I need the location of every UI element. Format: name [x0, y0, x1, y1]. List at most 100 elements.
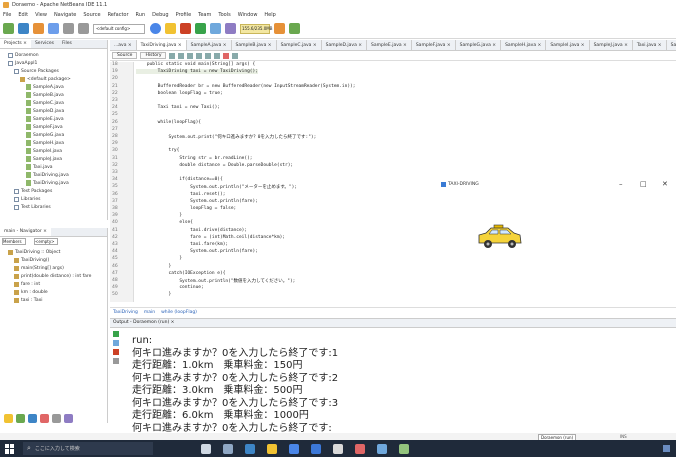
code-line[interactable]: System.out.println("メーターを止めます。");	[136, 184, 297, 190]
save-all-icon[interactable]	[48, 23, 59, 34]
project-tree-item[interactable]: <default package>	[2, 75, 105, 83]
code-line[interactable]: public static void main(String[] args) {	[136, 62, 255, 67]
code-line[interactable]: String str = br.readLine();	[136, 156, 252, 161]
netbeans-icon[interactable]	[333, 443, 343, 454]
code-line[interactable]: taxi.fare(km);	[136, 242, 228, 247]
project-tree-item[interactable]: SampleB.java	[2, 91, 105, 99]
code-line[interactable]: System.out.println("数値を入力してください。");	[136, 278, 295, 284]
forward-icon[interactable]	[178, 52, 185, 59]
tab-files[interactable]: Files	[58, 40, 76, 48]
project-tree-item[interactable]: TaxiDriving.java	[2, 171, 105, 179]
project-tree-item[interactable]: Libraries	[2, 195, 105, 203]
notification-icon[interactable]	[663, 445, 670, 452]
navigator-item[interactable]: fare : int	[2, 280, 105, 288]
project-tree-item[interactable]: Taxi.java	[2, 163, 105, 171]
editor-tab[interactable]: Taxi.java ×	[633, 40, 667, 50]
code-line[interactable]: fare = (int)Math.ceil(distance*km);	[136, 235, 285, 240]
shift-right-icon[interactable]	[214, 52, 221, 59]
code-line[interactable]: System.out.println(fare);	[136, 199, 258, 204]
code-line[interactable]: loopFlag = false;	[136, 206, 236, 211]
code-line[interactable]: try{	[136, 148, 180, 153]
java-app-icon[interactable]	[355, 443, 365, 454]
taskbar-app-icon[interactable]	[377, 443, 387, 454]
code-line[interactable]: taxi.drive(distance);	[136, 228, 247, 233]
project-tree-item[interactable]: Test Libraries	[2, 203, 105, 211]
taxi-app-window[interactable]: TAXI-DRIVING – □ ✕	[438, 179, 676, 271]
rerun-icon[interactable]	[113, 331, 119, 337]
editor-tab[interactable]: SampleA.java ×	[187, 40, 232, 50]
project-tree-item[interactable]: Source Packages	[2, 67, 105, 75]
config-select[interactable]: <default config>	[93, 23, 145, 34]
code-line[interactable]: while(loopFlag){	[136, 120, 201, 125]
editor-tab[interactable]: ...ava ×	[110, 40, 137, 50]
pause-io-icon[interactable]	[289, 23, 300, 34]
menu-tools[interactable]: Tools	[218, 12, 230, 18]
undo-icon[interactable]	[63, 23, 74, 34]
code-line[interactable]: continue;	[136, 285, 203, 290]
maximize-icon[interactable]: □	[640, 180, 647, 188]
code-line[interactable]: taxi.reset();	[136, 192, 225, 197]
output-tab[interactable]: Output - Doraemon (run) ×	[110, 319, 676, 328]
navigator-item[interactable]: main(String[] args)	[2, 264, 105, 272]
project-tree-item[interactable]: Test Packages	[2, 187, 105, 195]
mail-icon[interactable]	[311, 443, 321, 454]
minimize-icon[interactable]: –	[619, 180, 623, 188]
filter-fields-icon[interactable]	[4, 414, 13, 423]
menu-run[interactable]: Run	[136, 12, 146, 18]
project-tree-item[interactable]: SampleD.java	[2, 107, 105, 115]
settings-icon[interactable]	[113, 358, 119, 364]
store-icon[interactable]	[289, 443, 299, 454]
editor-tab[interactable]: SampleH.java ×	[501, 40, 547, 50]
project-tree-item[interactable]: SampleF.java	[2, 123, 105, 131]
editor-tab[interactable]: SampleD.java ×	[322, 40, 368, 50]
close-icon[interactable]: ✕	[662, 180, 668, 188]
code-line[interactable]: System.out.print("何キロ進みますか？0を入力したら終了です:"…	[136, 134, 317, 140]
breadcrumb-method[interactable]: main	[144, 310, 155, 315]
code-line[interactable]: catch(IOException e){	[136, 271, 226, 276]
source-button[interactable]: Source	[112, 52, 138, 59]
menu-view[interactable]: View	[35, 12, 47, 18]
code-line[interactable]: if(distance==0){	[136, 177, 222, 182]
target-icon[interactable]	[150, 23, 161, 34]
clean-build-icon[interactable]	[180, 23, 191, 34]
taskbar-app2-icon[interactable]	[399, 443, 409, 454]
tab-projects[interactable]: Projects ×	[0, 40, 31, 48]
menu-debug[interactable]: Debug	[152, 12, 168, 18]
code-line[interactable]: }	[136, 264, 172, 269]
project-tree-item[interactable]: SampleC.java	[2, 99, 105, 107]
project-tree-item[interactable]: SampleH.java	[2, 139, 105, 147]
code-line[interactable]: }	[136, 292, 172, 297]
console-output[interactable]: run: 何キロ進みますか？0を入力したら終了です:1 走行距離：1.0km 乗車料…	[132, 335, 338, 435]
navigator-filter[interactable]: <empty>	[34, 238, 58, 245]
menu-source[interactable]: Source	[83, 12, 100, 18]
project-tree-item[interactable]: SampleG.java	[2, 131, 105, 139]
project-tree-item[interactable]: SampleJ.java	[2, 155, 105, 163]
breadcrumb-class[interactable]: TaxiDriving	[113, 310, 138, 315]
editor-tab[interactable]: SampleF.java ×	[412, 40, 456, 50]
menu-profile[interactable]: Profile	[176, 12, 192, 18]
navigator-item[interactable]: TaxiDriving()	[2, 256, 105, 264]
toggle-bookmark-icon[interactable]	[196, 52, 203, 59]
edge-icon[interactable]	[245, 443, 255, 454]
comment-icon[interactable]	[232, 52, 239, 59]
navigator-item[interactable]: km : double	[2, 288, 105, 296]
navigator-item[interactable]: taxi : Taxi	[2, 296, 105, 304]
debug-icon[interactable]	[210, 23, 221, 34]
windows-start-icon[interactable]	[5, 443, 15, 454]
redo-icon[interactable]	[78, 23, 89, 34]
shift-left-icon[interactable]	[205, 52, 212, 59]
code-line[interactable]: BufferedReader br = new BufferedReader(n…	[136, 84, 356, 89]
sort-name-icon[interactable]	[52, 414, 61, 423]
editor-tab[interactable]: SampleE.java ×	[367, 40, 412, 50]
task-view-icon[interactable]	[223, 443, 233, 454]
code-line[interactable]: TaxiDriving taxi = new TaxiDriving();	[136, 69, 258, 75]
tab-services[interactable]: Services	[31, 40, 58, 48]
new-project-icon[interactable]	[3, 23, 14, 34]
navigator-item[interactable]: print(double distance) : int fare	[2, 272, 105, 280]
filter-inherited-icon[interactable]	[28, 414, 37, 423]
macro-record-icon[interactable]	[223, 52, 230, 59]
editor-tab[interactable]: SampleB.java ×	[232, 40, 277, 50]
editor-tab[interactable]: SampleJ.java ×	[590, 40, 633, 50]
project-tree-item[interactable]: JavaAppl1	[2, 59, 105, 67]
menu-navigate[interactable]: Navigate	[54, 12, 76, 18]
